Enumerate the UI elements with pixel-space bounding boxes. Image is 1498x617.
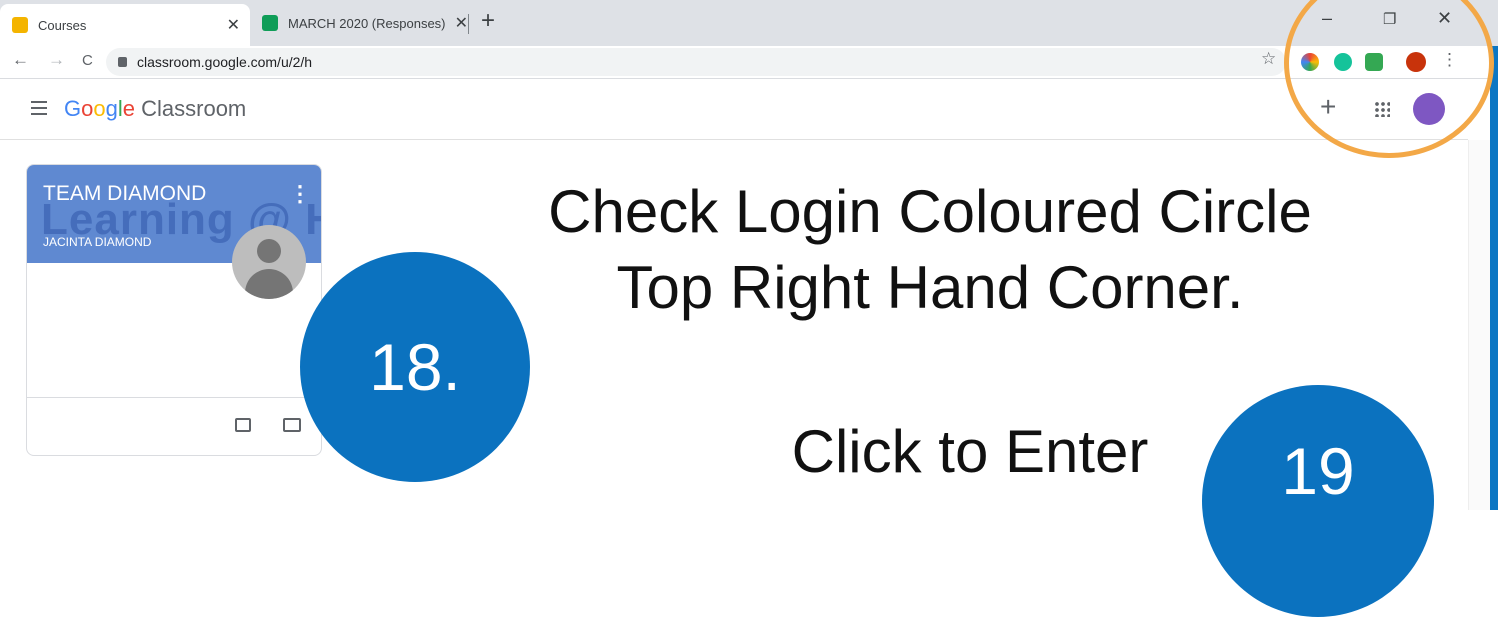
- reload-icon[interactable]: C: [82, 52, 93, 69]
- sheets-favicon-icon: [262, 15, 278, 31]
- instruction-heading-line2: Top Right Hand Corner.: [616, 254, 1244, 321]
- address-bar[interactable]: classroom.google.com/u/2/h: [106, 48, 1286, 76]
- desktop-edge: [1490, 46, 1498, 510]
- lock-icon: [118, 57, 127, 67]
- course-name[interactable]: TEAM DIAMOND: [43, 182, 206, 206]
- browser-toolbar: ← → C classroom.google.com/u/2/h ☆ ⋮: [0, 46, 1498, 79]
- google-classroom-logo[interactable]: Google Classroom: [64, 96, 246, 122]
- logo-letter: e: [122, 96, 136, 121]
- browser-tab-strip: Courses ✕ MARCH 2020 (Responses) - Goo ✕…: [0, 0, 1498, 46]
- main-menu-icon[interactable]: [31, 101, 47, 119]
- enter-instruction: Click to Enter: [791, 418, 1149, 485]
- course-card[interactable]: Learning @ Ho TEAM DIAMOND JACINTA DIAMO…: [26, 164, 322, 456]
- new-tab-button[interactable]: +: [481, 9, 495, 33]
- logo-letter: o: [93, 96, 106, 121]
- forward-icon[interactable]: →: [48, 50, 65, 70]
- logo-letter: o: [81, 96, 94, 121]
- teacher-avatar: [232, 225, 306, 299]
- tab-courses[interactable]: Courses ✕: [0, 4, 250, 46]
- step-19-badge: 19: [1202, 385, 1434, 617]
- tab-title: MARCH 2020 (Responses) - Goo: [288, 15, 448, 31]
- teacher-name: JACINTA DIAMOND: [43, 235, 152, 249]
- back-icon[interactable]: ←: [12, 50, 29, 70]
- classroom-favicon-icon: [12, 17, 28, 33]
- logo-letter: g: [105, 96, 118, 121]
- url-text: classroom.google.com/u/2/h: [137, 54, 313, 70]
- gradebook-icon[interactable]: [235, 418, 251, 432]
- logo-product-name: Classroom: [135, 96, 247, 121]
- course-card-footer: [27, 397, 321, 455]
- step-18-badge: 18.: [300, 252, 530, 482]
- course-options-icon[interactable]: ⋮: [289, 181, 311, 207]
- tab-title: Courses: [38, 17, 87, 33]
- logo-letter: G: [64, 96, 82, 121]
- close-tab-icon[interactable]: ✕: [227, 15, 240, 35]
- close-tab-icon[interactable]: ✕: [455, 13, 468, 33]
- bookmark-star-icon[interactable]: ☆: [1261, 49, 1276, 69]
- folder-icon[interactable]: [283, 418, 301, 432]
- tab-responses[interactable]: MARCH 2020 (Responses) - Goo ✕: [250, 6, 478, 40]
- classroom-header: Google Classroom +: [0, 79, 1468, 140]
- instruction-heading-line1: Check Login Coloured Circle: [548, 178, 1312, 245]
- tab-separator: [468, 14, 469, 34]
